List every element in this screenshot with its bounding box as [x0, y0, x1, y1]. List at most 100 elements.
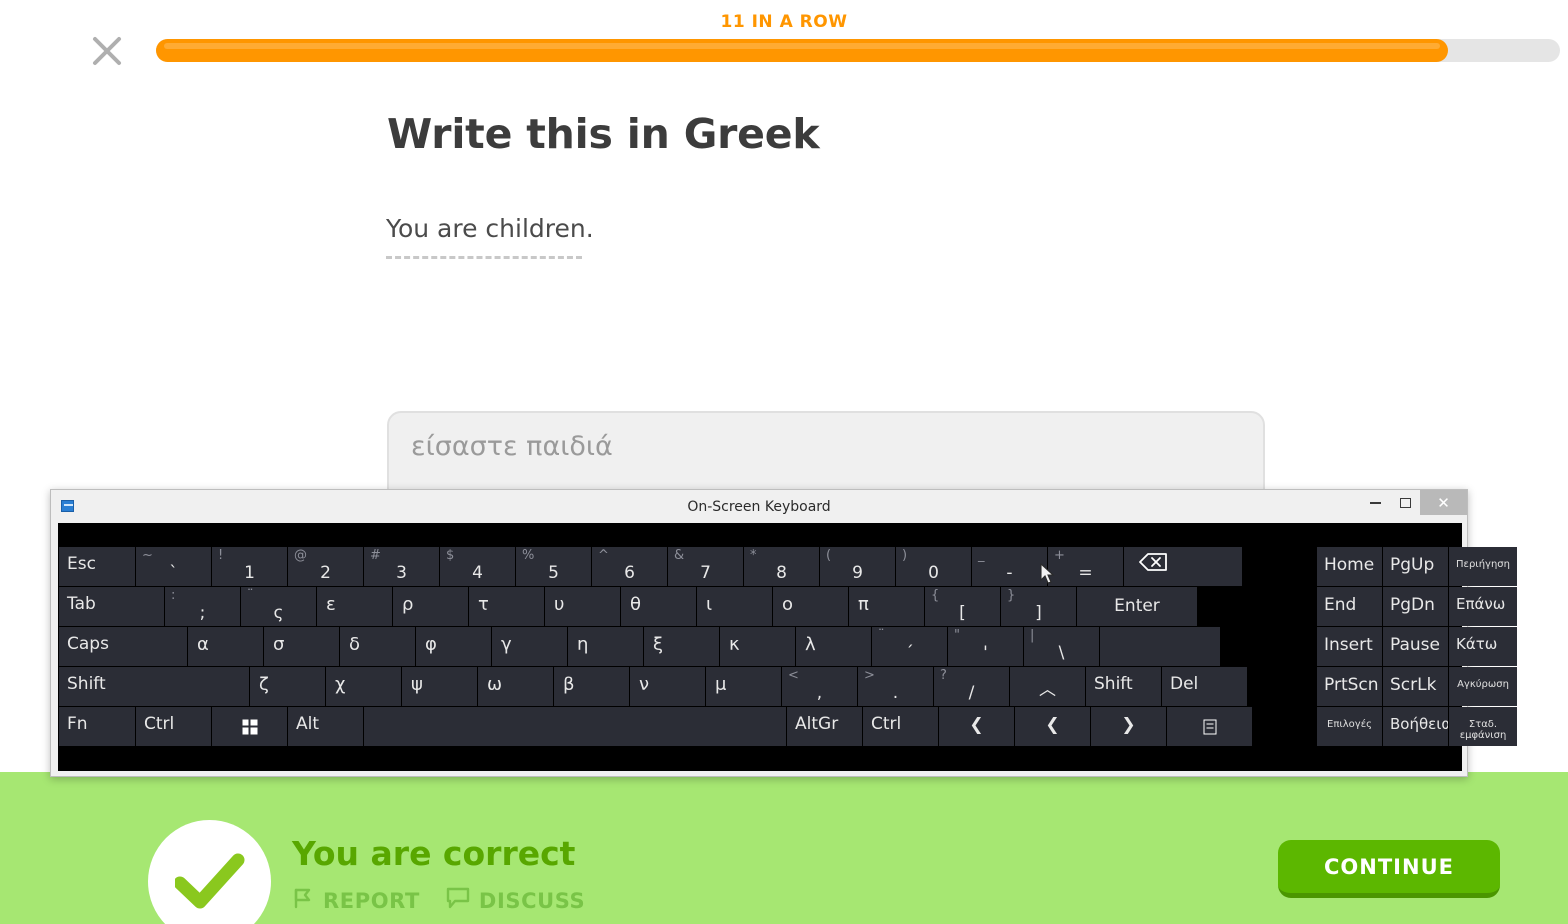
key-ρ[interactable]: ρ [393, 587, 468, 626]
key-insert[interactable]: Insert [1317, 627, 1382, 666]
key-prtscn[interactable]: PrtScn [1317, 667, 1382, 706]
key-6[interactable]: ^ 6 [592, 547, 667, 586]
key-sym[interactable]: ❮ [1015, 707, 1090, 746]
key-del[interactable]: Del [1162, 667, 1247, 706]
key-ψ[interactable]: ψ [402, 667, 477, 706]
key-περιήγηση[interactable]: Περιήγηση [1449, 547, 1517, 586]
key-ι[interactable]: ι [697, 587, 772, 626]
key-sym[interactable]: ¨ ΄ [872, 627, 947, 666]
key-ctrl[interactable]: Ctrl [863, 707, 938, 746]
backspace-icon [1138, 552, 1168, 577]
key-7[interactable]: & 7 [668, 547, 743, 586]
close-window-button[interactable]: ✕ [1420, 490, 1467, 515]
key-windows[interactable] [212, 707, 287, 746]
key-fn[interactable]: Fn [59, 707, 135, 746]
key-8[interactable]: * 8 [744, 547, 819, 586]
key-sym[interactable]: }] [1001, 587, 1076, 626]
key-end[interactable]: End [1317, 587, 1382, 626]
key-sym[interactable]: | \ [1024, 627, 1099, 666]
key-ctrl[interactable]: Ctrl [136, 707, 211, 746]
key-2[interactable]: @2 [288, 547, 363, 586]
key-κ[interactable]: κ [720, 627, 795, 666]
key-χ[interactable]: χ [326, 667, 401, 706]
key-sym[interactable]: {[ [925, 587, 1000, 626]
key-caps[interactable]: Caps [59, 627, 187, 666]
key-τ[interactable]: τ [469, 587, 544, 626]
key-backspace[interactable] [1124, 547, 1242, 586]
key-sym[interactable]: ❯ [1091, 707, 1166, 746]
key-esc[interactable]: Esc [59, 547, 135, 586]
key-φ[interactable]: φ [416, 627, 491, 666]
close-icon[interactable] [88, 32, 126, 70]
osk-window-title: On-Screen Keyboard [687, 498, 831, 515]
key-3[interactable]: #3 [364, 547, 439, 586]
key-menu[interactable] [1167, 707, 1252, 746]
key-ν[interactable]: ν [630, 667, 705, 706]
key-upper-label: ? [940, 668, 947, 683]
continue-button[interactable]: CONTINUE [1278, 840, 1500, 898]
key-lower-label: [ [959, 603, 966, 623]
maximize-button[interactable] [1390, 490, 1420, 515]
key-9[interactable]: (9 [820, 547, 895, 586]
key-sym[interactable]: ~ ` [136, 547, 211, 586]
key-enter[interactable]: Enter [1077, 587, 1197, 626]
key-shift[interactable]: Shift [1086, 667, 1161, 706]
key-β[interactable]: β [554, 667, 629, 706]
key--[interactable]: _ - [972, 547, 1047, 586]
key-sym[interactable]: ❮ [939, 707, 1014, 746]
key-κάτω[interactable]: Κάτω [1449, 627, 1517, 666]
key-επάνω[interactable]: Επάνω [1449, 587, 1517, 626]
key-pgup[interactable]: PgUp [1383, 547, 1448, 586]
key-sym[interactable]: >. [858, 667, 933, 706]
key-δ[interactable]: δ [340, 627, 415, 666]
key-η[interactable]: η [568, 627, 643, 666]
key-sym[interactable]: :; [165, 587, 240, 626]
key-π[interactable]: π [849, 587, 924, 626]
key-alt[interactable]: Alt [288, 707, 363, 746]
key-pgdn[interactable]: PgDn [1383, 587, 1448, 626]
minimize-button[interactable] [1360, 490, 1390, 515]
key-shift[interactable]: Shift [59, 667, 249, 706]
key-μ[interactable]: μ [706, 667, 781, 706]
key-0[interactable]: ) 0 [896, 547, 971, 586]
osk-titlebar[interactable]: On-Screen Keyboard ✕ [51, 490, 1467, 523]
key-pause[interactable]: Pause [1383, 627, 1448, 666]
key-space[interactable] [364, 707, 786, 746]
key-αγκύρωση[interactable]: Αγκύρωση [1449, 667, 1517, 706]
on-screen-keyboard-window[interactable]: On-Screen Keyboard ✕ Esc ~ `! 1 @2 #3 $4% 5 ^ 6 & 7… [50, 489, 1517, 777]
key-5[interactable]: % 5 [516, 547, 591, 586]
key-sym[interactable]: ? / [934, 667, 1009, 706]
key-label: Επάνω [1456, 595, 1506, 613]
key-γ[interactable]: γ [492, 627, 567, 666]
key-sym[interactable]: " ' [948, 627, 1023, 666]
key-home[interactable]: Home [1317, 547, 1382, 586]
key-ε[interactable]: ε [317, 587, 392, 626]
key-σταδεμφάνιση[interactable]: Σταδ. εμφάνιση [1449, 707, 1517, 746]
key-lower-label: = [1078, 563, 1093, 583]
key-λ[interactable]: λ [796, 627, 871, 666]
key-altgr[interactable]: AltGr [787, 707, 862, 746]
key-ξ[interactable]: ξ [644, 627, 719, 666]
key-sym[interactable]: <, [782, 667, 857, 706]
key-επιλογές[interactable]: Επιλογές [1317, 707, 1382, 746]
key-4[interactable]: $4 [440, 547, 515, 586]
key-σ[interactable]: σ [264, 627, 339, 666]
key-ο[interactable]: ο [773, 587, 848, 626]
key-scrlk[interactable]: ScrLk [1383, 667, 1448, 706]
key-ς[interactable]: ¨ ς [241, 587, 316, 626]
key-label: α [197, 634, 209, 655]
discuss-button[interactable]: DISCUSS [446, 887, 585, 914]
key-βοήθεια[interactable]: Βοήθεια [1383, 707, 1448, 746]
keyboard-nav-section: Home PgUp Περιήγηση End PgDn Επάνω Insert Pause… [1317, 547, 1525, 747]
key-sym[interactable]: + = [1048, 547, 1123, 586]
key-ω[interactable]: ω [478, 667, 553, 706]
key-enter-extension[interactable] [1100, 627, 1220, 666]
key-1[interactable]: ! 1 [212, 547, 287, 586]
key-θ[interactable]: θ [621, 587, 696, 626]
key-υ[interactable]: υ [545, 587, 620, 626]
key-tab[interactable]: Tab [59, 587, 164, 626]
key-sym[interactable]: ︿ [1010, 667, 1085, 706]
report-button[interactable]: REPORT [292, 887, 420, 914]
key-α[interactable]: α [188, 627, 263, 666]
key-ζ[interactable]: ζ [250, 667, 325, 706]
